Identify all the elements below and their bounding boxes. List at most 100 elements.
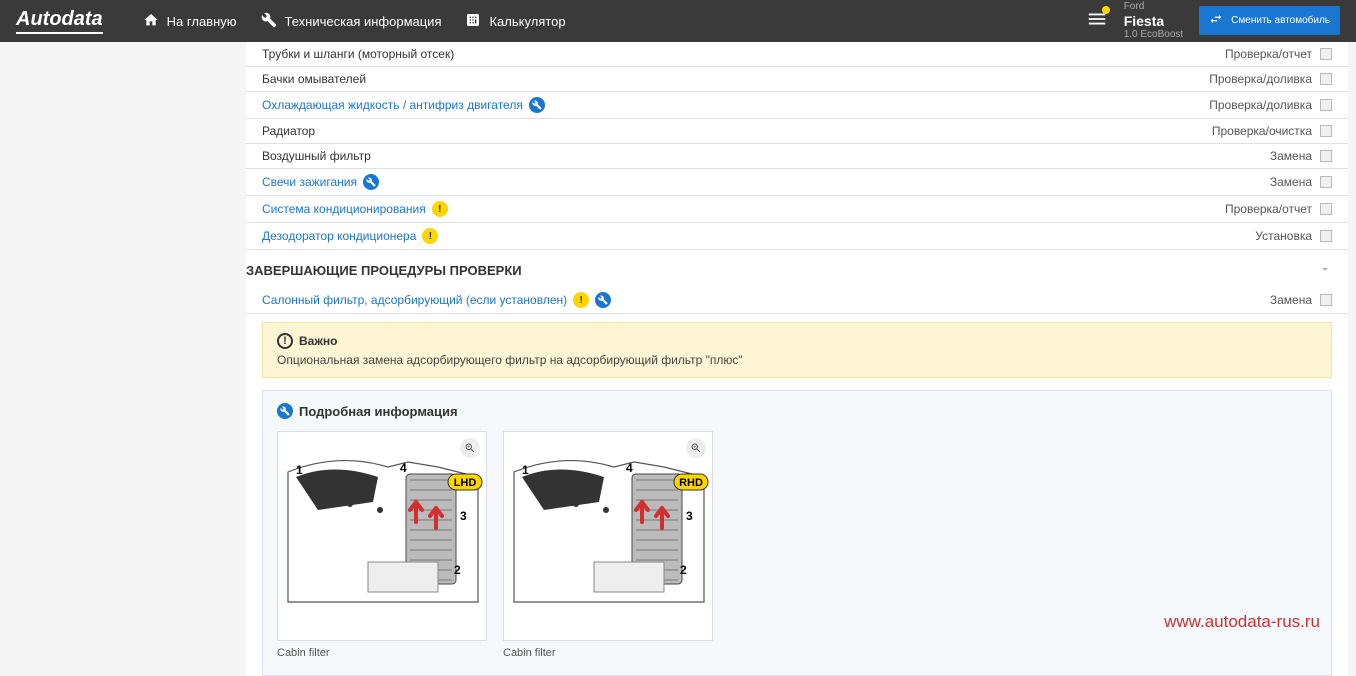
row-checkbox[interactable] xyxy=(1320,99,1332,111)
main-nav: На главную Техническая информация Кальку… xyxy=(143,12,1086,31)
row-label: Трубки и шланги (моторный отсек) xyxy=(262,47,1225,61)
row-checkbox[interactable] xyxy=(1320,176,1332,188)
section-title: ЗАВЕРШАЮЩИЕ ПРОЦЕДУРЫ ПРОВЕРКИ xyxy=(246,263,522,278)
alert-title: ! Важно xyxy=(277,333,1317,349)
info-badge-icon[interactable] xyxy=(595,292,611,308)
row-label: Салонный фильтр, адсорбирующий (если уст… xyxy=(262,292,1270,308)
row-checkbox[interactable] xyxy=(1320,230,1332,242)
figure: 1 4 3 2 LHD Cabin filter xyxy=(277,431,487,659)
wrench-icon xyxy=(261,12,277,31)
row-label: Охлаждающая жидкость / антифриз двигател… xyxy=(262,97,1209,113)
check-row-cabin-filter: Салонный фильтр, адсорбирующий (если уст… xyxy=(246,287,1348,314)
info-badge-icon[interactable] xyxy=(529,97,545,113)
service-row: Охлаждающая жидкость / антифриз двигател… xyxy=(246,92,1348,119)
section-header-checks[interactable]: ЗАВЕРШАЮЩИЕ ПРОЦЕДУРЫ ПРОВЕРКИ xyxy=(246,250,1348,287)
nav-home[interactable]: На главную xyxy=(143,12,237,31)
vehicle-info: Ford Fiesta 1.0 EcoBoost xyxy=(1124,1,1183,42)
alert-title-text: Важно xyxy=(299,334,337,348)
alert-icon: ! xyxy=(277,333,293,349)
row-action: Проверка/очистка xyxy=(1212,124,1312,138)
service-row: Дезодоратор кондиционера!Установка xyxy=(246,223,1348,250)
vehicle-make: Ford xyxy=(1124,1,1183,13)
svg-text:3: 3 xyxy=(460,509,467,523)
main-content: Трубки и шланги (моторный отсек) Проверка… xyxy=(246,42,1348,676)
svg-text:1: 1 xyxy=(522,463,529,477)
row-action: Установка xyxy=(1255,229,1312,243)
info-icon xyxy=(277,403,293,419)
app-header: Autodata На главную Техническая информац… xyxy=(0,0,1356,42)
row-label: Свечи зажигания xyxy=(262,174,1270,190)
figure-caption: Cabin filter xyxy=(277,647,487,659)
info-panel: Подробная информация 1 4 3 2 LHD Cabin f… xyxy=(262,390,1332,676)
info-title-text: Подробная информация xyxy=(299,404,458,419)
row-label: Система кондиционирования! xyxy=(262,201,1225,217)
zoom-icon[interactable] xyxy=(460,438,480,458)
figure-card[interactable]: 1 4 3 2 RHD xyxy=(503,431,713,641)
nav-calc-label: Калькулятор xyxy=(489,14,565,29)
row-text: Трубки и шланги (моторный отсек) xyxy=(262,47,454,61)
svg-text:4: 4 xyxy=(626,461,633,475)
svg-text:1: 1 xyxy=(296,463,303,477)
swap-vehicle-label: Сменить автомобиль xyxy=(1231,15,1330,26)
vehicle-model: Fiesta xyxy=(1124,13,1183,30)
row-link[interactable]: Охлаждающая жидкость / антифриз двигател… xyxy=(262,98,523,112)
notifications-icon[interactable] xyxy=(1086,8,1108,33)
svg-text:2: 2 xyxy=(454,563,461,577)
row-link[interactable]: Дезодоратор кондиционера xyxy=(262,229,416,243)
row-action: Проверка/доливка xyxy=(1209,98,1312,112)
service-row: Воздушный фильтр Замена xyxy=(246,144,1348,169)
service-row: Бачки омывателей Проверка/доливка xyxy=(246,67,1348,92)
row-checkbox[interactable] xyxy=(1320,48,1332,60)
info-badge-icon[interactable] xyxy=(363,174,379,190)
service-row: Система кондиционирования!Проверка/отчет xyxy=(246,196,1348,223)
figures: 1 4 3 2 LHD Cabin filter 1 4 3 2 RHD Cab… xyxy=(277,431,1317,659)
row-action: Замена xyxy=(1270,293,1312,307)
nav-calc[interactable]: Калькулятор xyxy=(465,12,565,31)
row-action: Замена xyxy=(1270,149,1312,163)
calculator-icon xyxy=(465,12,481,31)
important-alert: ! Важно Опциональная замена адсорбирующе… xyxy=(262,322,1332,378)
figure-caption: Cabin filter xyxy=(503,647,713,659)
vehicle-engine: 1.0 EcoBoost xyxy=(1124,29,1183,41)
service-row: Радиатор Проверка/очистка xyxy=(246,119,1348,144)
row-link[interactable]: Свечи зажигания xyxy=(262,175,357,189)
figure-card[interactable]: 1 4 3 2 LHD xyxy=(277,431,487,641)
header-right: Ford Fiesta 1.0 EcoBoost Сменить автомоб… xyxy=(1086,1,1340,42)
chevron-down-icon xyxy=(1318,262,1332,279)
swap-icon xyxy=(1209,12,1223,29)
watermark: www.autodata-rus.ru xyxy=(1164,612,1320,632)
row-label: Бачки омывателей xyxy=(262,72,1209,86)
row-label: Дезодоратор кондиционера! xyxy=(262,228,1255,244)
row-label: Радиатор xyxy=(262,124,1212,138)
warning-badge-icon[interactable]: ! xyxy=(422,228,438,244)
service-row: Свечи зажиганияЗамена xyxy=(246,169,1348,196)
swap-vehicle-button[interactable]: Сменить автомобиль xyxy=(1199,6,1340,35)
row-checkbox[interactable] xyxy=(1320,203,1332,215)
svg-text:3: 3 xyxy=(686,509,693,523)
svg-text:LHD: LHD xyxy=(454,477,477,489)
svg-text:4: 4 xyxy=(400,461,407,475)
nav-home-label: На главную xyxy=(167,14,237,29)
row-text: Радиатор xyxy=(262,124,315,138)
row-checkbox[interactable] xyxy=(1320,73,1332,85)
row-action: Проверка/доливка xyxy=(1209,72,1312,86)
row-label: Воздушный фильтр xyxy=(262,149,1270,163)
row-action: Проверка/отчет xyxy=(1225,47,1312,61)
info-panel-title: Подробная информация xyxy=(277,403,1317,419)
alert-body: Опциональная замена адсорбирующего фильт… xyxy=(277,353,1317,367)
row-link[interactable]: Система кондиционирования xyxy=(262,202,426,216)
row-checkbox[interactable] xyxy=(1320,150,1332,162)
svg-text:2: 2 xyxy=(680,563,687,577)
row-checkbox[interactable] xyxy=(1320,294,1332,306)
warning-badge-icon[interactable]: ! xyxy=(573,292,589,308)
row-link[interactable]: Салонный фильтр, адсорбирующий (если уст… xyxy=(262,293,567,307)
row-text: Воздушный фильтр xyxy=(262,149,371,163)
zoom-icon[interactable] xyxy=(686,438,706,458)
home-icon xyxy=(143,12,159,31)
nav-tech[interactable]: Техническая информация xyxy=(261,12,442,31)
row-text: Бачки омывателей xyxy=(262,72,366,86)
nav-tech-label: Техническая информация xyxy=(285,14,442,29)
row-checkbox[interactable] xyxy=(1320,125,1332,137)
notification-dot xyxy=(1102,6,1110,14)
warning-badge-icon[interactable]: ! xyxy=(432,201,448,217)
